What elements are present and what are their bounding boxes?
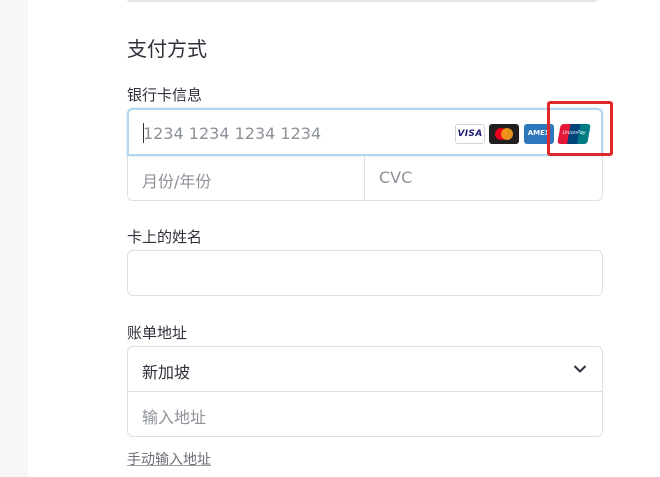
name-on-card-label: 卡上的姓名	[127, 228, 203, 246]
address-placeholder: 输入地址	[142, 408, 207, 427]
country-select[interactable]: 新加坡	[128, 347, 602, 392]
expiry-field[interactable]: 月份/年份	[128, 156, 365, 201]
payment-method-title: 支付方式	[127, 37, 207, 61]
billing-address-label: 账单地址	[127, 324, 188, 342]
card-number-input[interactable]	[143, 122, 443, 144]
card-info-group: VISA AMEX UnionPay 月份/年份 CVC	[127, 108, 603, 201]
cvc-field[interactable]: CVC	[365, 156, 603, 201]
address-input[interactable]: 输入地址	[128, 392, 602, 437]
country-value: 新加坡	[142, 363, 191, 382]
card-info-label: 银行卡信息	[127, 86, 203, 104]
cvc-placeholder: CVC	[379, 168, 413, 187]
manual-address-link[interactable]: 手动输入地址	[127, 449, 211, 469]
chevron-down-icon	[574, 365, 586, 373]
text-caret	[143, 123, 144, 143]
left-gutter	[0, 0, 28, 477]
card-brands-highlight-box	[547, 101, 613, 156]
previous-panel-edge	[127, 0, 597, 2]
card-number-field[interactable]: VISA AMEX UnionPay	[127, 108, 603, 156]
mastercard-icon	[489, 124, 519, 144]
billing-address-group: 新加坡 输入地址	[127, 346, 603, 437]
visa-icon: VISA	[455, 124, 485, 144]
name-on-card-input[interactable]	[127, 250, 603, 296]
expiry-placeholder: 月份/年份	[142, 172, 212, 191]
